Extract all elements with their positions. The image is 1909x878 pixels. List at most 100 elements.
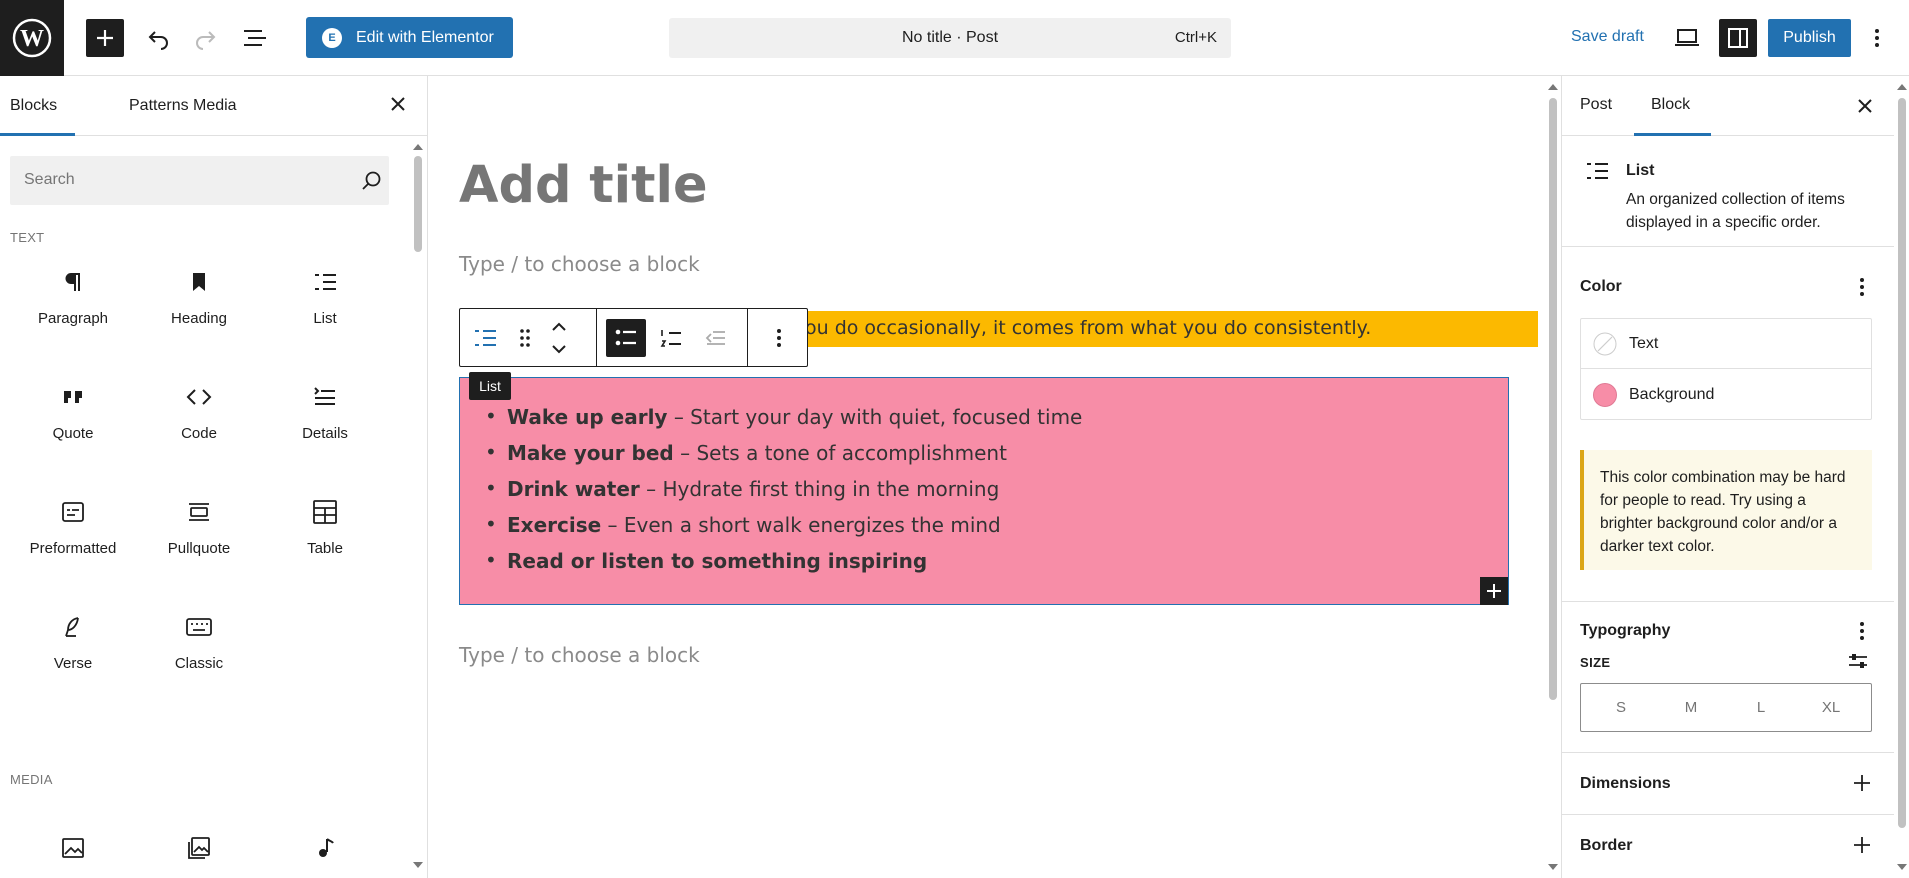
custom-size-toggle-button[interactable] [1846, 649, 1870, 673]
sidebar-scrollbar[interactable] [1895, 76, 1909, 878]
settings-sidebar: Post Block List An organized collection … [1561, 76, 1909, 878]
editor-canvas: Add title Type / to choose a block ou do… [429, 76, 1546, 878]
block-label: Paragraph [37, 310, 109, 327]
block-classic[interactable]: Classic [136, 595, 262, 695]
close-icon [1858, 99, 1872, 113]
details-icon [311, 383, 339, 411]
block-pullquote[interactable]: Pullquote [136, 480, 262, 580]
vertical-ellipsis-icon [777, 329, 781, 347]
block-inserter-toggle-button[interactable] [86, 19, 124, 57]
block-verse[interactable]: Verse [10, 595, 136, 695]
options-menu-button[interactable] [1862, 19, 1892, 57]
redo-button[interactable] [186, 19, 224, 57]
block-preformatted[interactable]: Preformatted [10, 480, 136, 580]
undo-button[interactable] [140, 19, 178, 57]
size-option-xl[interactable]: XL [1811, 699, 1851, 716]
drag-handle[interactable] [515, 323, 535, 353]
block-image[interactable] [10, 816, 136, 876]
empty-block-placeholder[interactable]: Type / to choose a block [459, 252, 700, 276]
sidebar-icon [1728, 28, 1748, 48]
block-quote[interactable]: Quote [10, 365, 136, 465]
svg-text:W: W [20, 26, 44, 52]
block-gallery[interactable] [136, 816, 262, 876]
active-tab-indicator [0, 133, 75, 136]
inserter-scrollbar-thumb[interactable] [414, 156, 422, 252]
list-item[interactable]: Read or listen to something inspiring [485, 548, 1082, 585]
block-list[interactable]: List [262, 250, 388, 350]
block-label: Table [307, 540, 343, 557]
block-heading[interactable]: Heading [136, 250, 262, 350]
category-text-label: TEXT [10, 230, 45, 245]
plus-icon [1487, 584, 1501, 598]
background-color-option[interactable]: Background [1581, 370, 1871, 420]
size-option-l[interactable]: L [1741, 699, 1781, 716]
dimensions-panel-title[interactable]: Dimensions [1580, 775, 1671, 793]
chevron-down-icon [552, 345, 566, 354]
list-block[interactable]: Wake up early – Start your day with quie… [459, 377, 1509, 605]
block-details[interactable]: Details [262, 365, 388, 465]
canvas-scrollbar[interactable] [1546, 76, 1560, 878]
size-option-m[interactable]: M [1671, 699, 1711, 716]
block-type-tooltip: List [469, 372, 511, 400]
close-settings-button[interactable] [1853, 94, 1877, 118]
block-card: List An organized collection of items di… [1562, 136, 1894, 247]
canvas-scrollbar-thumb[interactable] [1549, 98, 1557, 700]
empty-block-placeholder[interactable]: Type / to choose a block [459, 643, 700, 667]
block-code[interactable]: Code [136, 365, 262, 465]
heading-icon [185, 268, 213, 296]
settings-sidebar-toggle-button[interactable] [1719, 19, 1757, 57]
move-up-button[interactable] [548, 317, 570, 337]
highlighted-paragraph-block[interactable]: ou do occasionally, it comes from what y… [805, 311, 1538, 347]
block-search [10, 156, 389, 205]
tab-blocks[interactable]: Blocks [10, 97, 57, 115]
unordered-list-button[interactable] [606, 319, 646, 357]
paragraph-icon [59, 268, 87, 296]
size-option-s[interactable]: S [1601, 699, 1641, 716]
block-table[interactable]: Table [262, 480, 388, 580]
tab-post[interactable]: Post [1580, 96, 1612, 114]
verse-icon [59, 613, 87, 641]
list-item[interactable]: Drink water – Hydrate first thing in the… [485, 476, 1082, 513]
border-expand-button[interactable] [1850, 833, 1874, 857]
add-list-item-button[interactable] [1480, 577, 1508, 605]
color-settings-list: Text Background [1580, 318, 1872, 420]
list-item[interactable]: Wake up early – Start your day with quie… [485, 404, 1082, 441]
tab-block[interactable]: Block [1651, 96, 1690, 114]
typography-options-button[interactable] [1850, 619, 1874, 643]
preview-button[interactable] [1668, 19, 1706, 57]
ordered-list-button[interactable] [652, 319, 690, 357]
image-icon [59, 834, 87, 862]
color-options-button[interactable] [1850, 275, 1874, 299]
scroll-down-arrow-icon [1897, 864, 1907, 870]
close-inserter-button[interactable] [386, 92, 410, 116]
font-size-toggle-group: S M L XL [1580, 683, 1872, 732]
list-item[interactable]: Exercise – Even a short walk energizes t… [485, 512, 1082, 549]
command-palette-bar[interactable]: No title · Post Ctrl+K [669, 18, 1231, 58]
move-down-button[interactable] [548, 339, 570, 359]
tab-media[interactable]: Media [193, 97, 237, 115]
publish-button[interactable]: Publish [1768, 19, 1851, 57]
toolbar-separator [747, 309, 748, 366]
block-options-button[interactable] [760, 319, 798, 357]
border-panel-title[interactable]: Border [1580, 837, 1632, 855]
block-paragraph[interactable]: Paragraph [10, 250, 136, 350]
list-item[interactable]: Make your bed – Sets a tone of accomplis… [485, 440, 1082, 477]
document-overview-button[interactable] [236, 19, 274, 57]
block-toolbar [459, 308, 808, 367]
wordpress-logo-button[interactable]: W [0, 0, 64, 76]
block-search-input[interactable] [24, 171, 324, 189]
list-icon [1587, 163, 1608, 179]
text-color-option[interactable]: Text [1581, 319, 1871, 369]
audio-icon [311, 834, 339, 862]
scroll-up-arrow-icon [1897, 84, 1907, 90]
block-audio[interactable] [262, 816, 388, 876]
block-type-button[interactable] [470, 323, 500, 353]
post-title-input[interactable]: Add title [459, 156, 708, 215]
tab-patterns[interactable]: Patterns [129, 97, 189, 115]
redo-icon [196, 31, 216, 50]
dimensions-expand-button[interactable] [1850, 771, 1874, 795]
sidebar-scrollbar-thumb[interactable] [1898, 98, 1906, 828]
edit-with-elementor-button[interactable]: E Edit with Elementor [306, 17, 513, 58]
outdent-button[interactable] [696, 319, 734, 357]
save-draft-button[interactable]: Save draft [1571, 28, 1644, 46]
